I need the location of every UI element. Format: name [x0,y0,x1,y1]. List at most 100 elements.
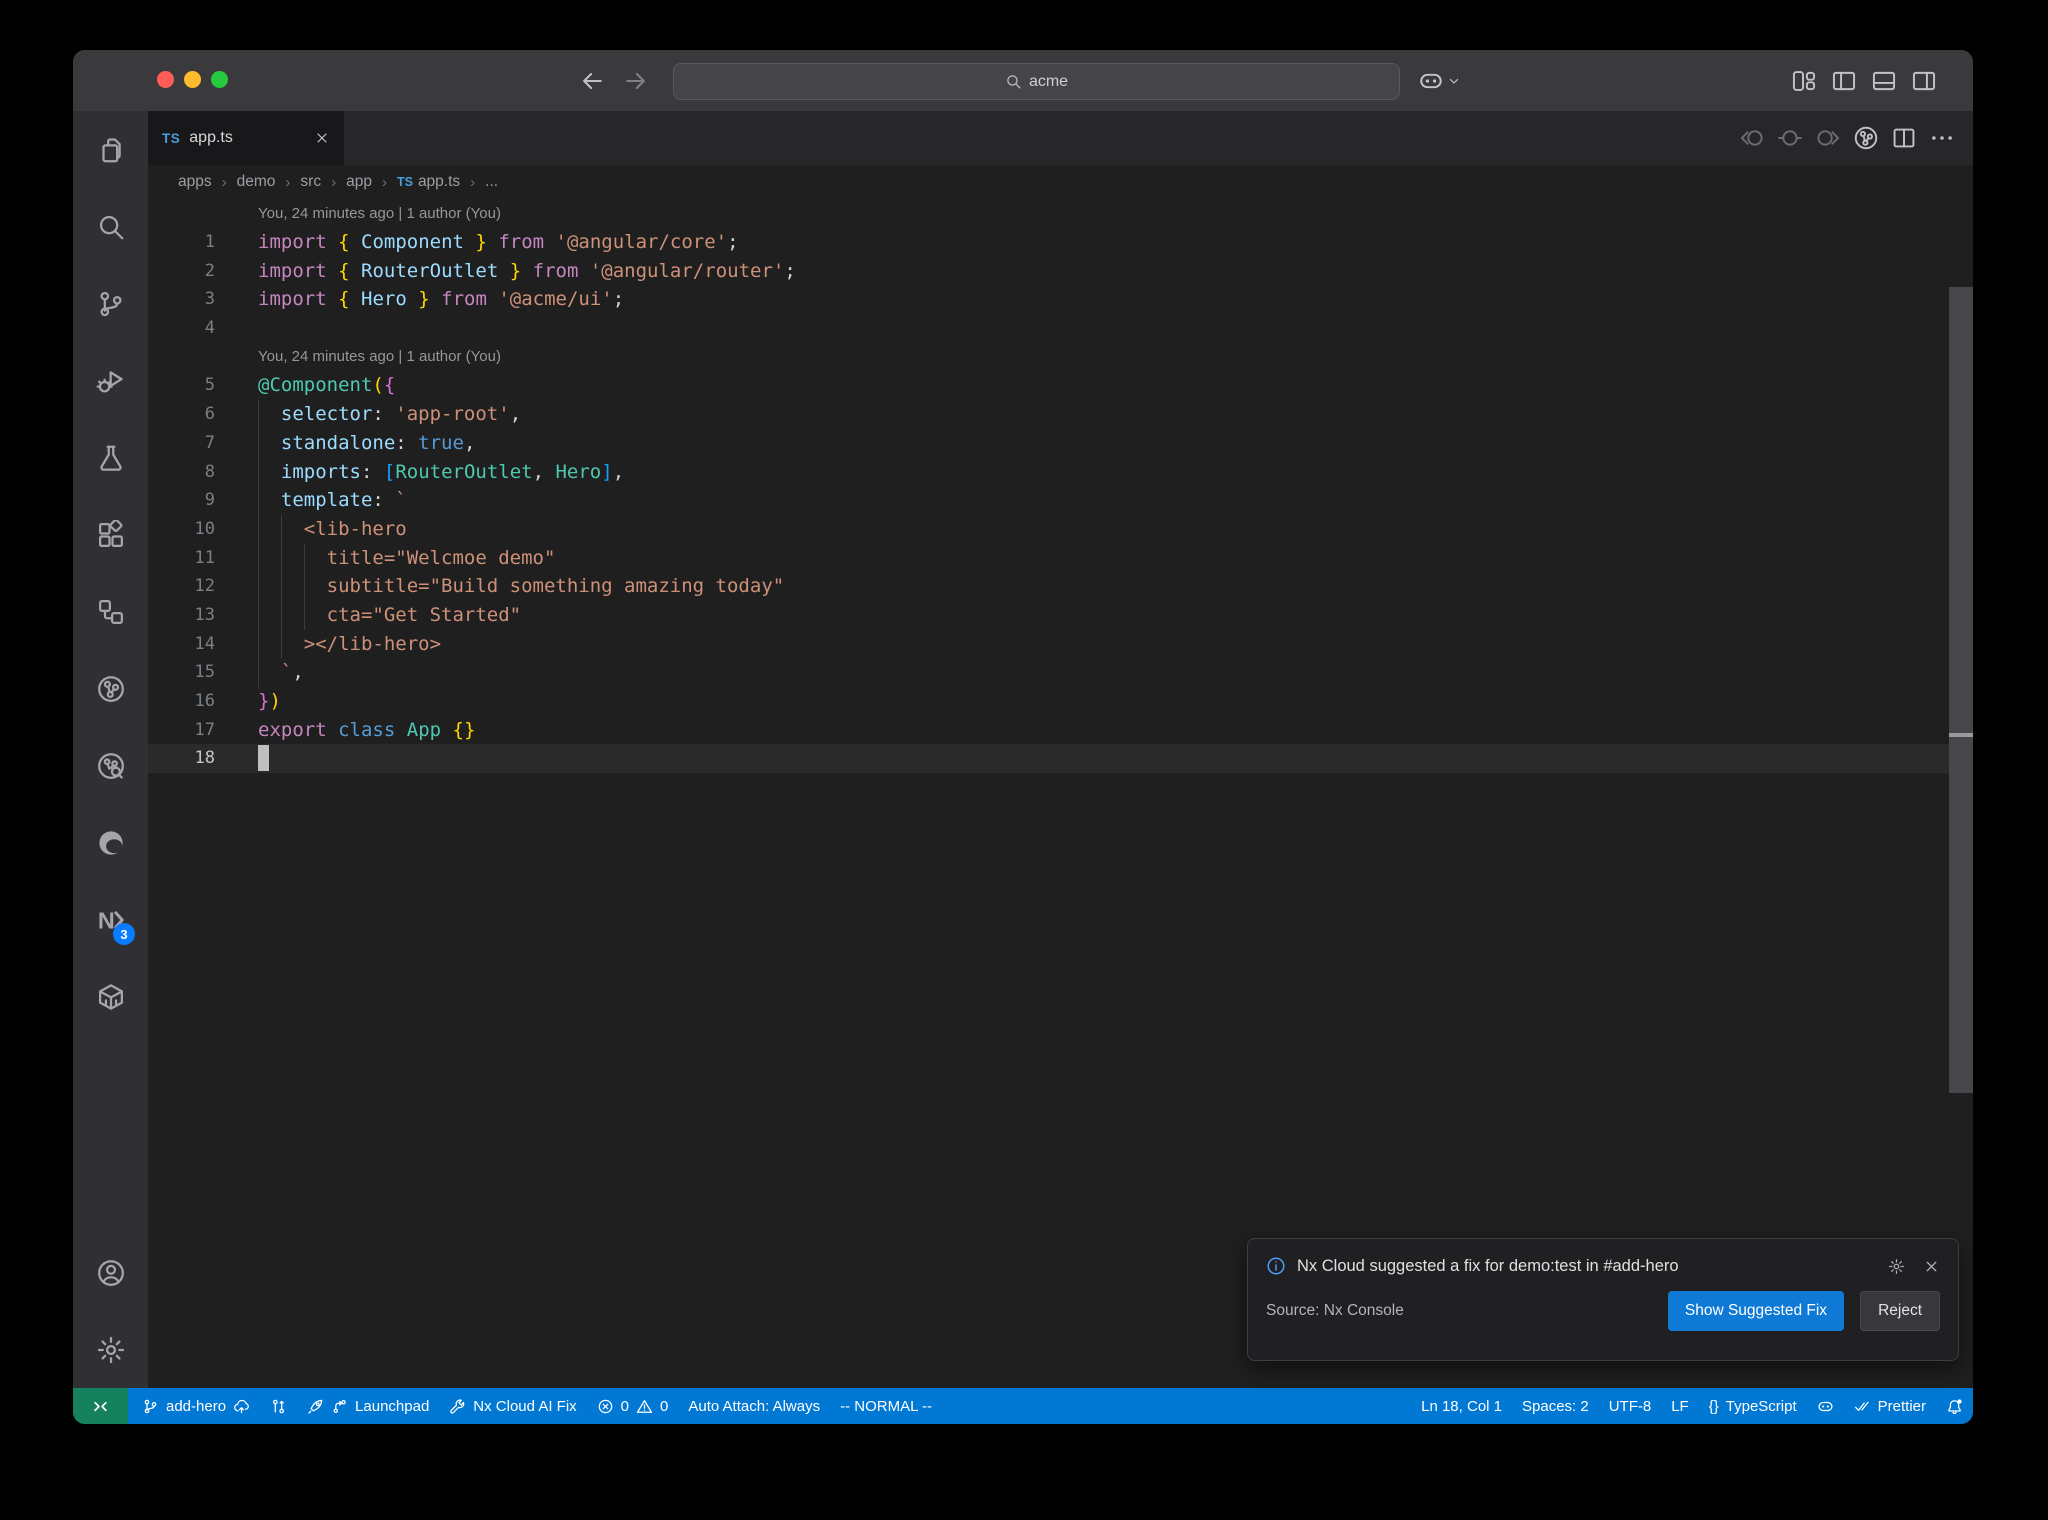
error-icon [597,1398,614,1415]
line-number: 2 [204,260,215,281]
text-cursor [258,745,269,772]
line-number: 1 [204,232,215,253]
activity-item-run-debug[interactable] [73,342,148,419]
activity-item-explorer[interactable] [73,111,148,188]
show-suggested-fix-button[interactable]: Show Suggested Fix [1667,1291,1845,1331]
status-remote[interactable] [73,1388,128,1424]
split-editor-icon[interactable] [1891,125,1917,151]
history-back-icon[interactable] [578,67,606,95]
ellipsis-icon[interactable] [1929,125,1955,151]
tab-close-icon[interactable] [314,130,330,146]
status-formatter[interactable]: Prettier [1844,1388,1936,1424]
activity-item-testing[interactable] [73,419,148,496]
git-compare-icon [270,1398,287,1415]
code-text: subtitle="Build something amazing today" [258,575,785,598]
status-language[interactable]: {} TypeScript [1699,1388,1807,1424]
breadcrumb-item-app-ts[interactable]: TS app.ts [397,173,460,191]
containers-icon [96,982,126,1012]
activity-item-edge-tools[interactable] [73,804,148,881]
code-line-12: 12 subtitle="Build something amazing tod… [148,572,1973,601]
maximize-window-button[interactable] [211,71,228,88]
settings-icon [96,1335,126,1365]
tab-app-ts[interactable]: TS app.ts [148,111,344,165]
git-branch-icon [142,1398,159,1415]
git-blame-codelens[interactable]: You, 24 minutes ago | 1 author (You) [258,348,501,365]
status-auto-attach[interactable]: Auto Attach: Always [678,1388,830,1424]
breadcrumb-item-demo[interactable]: demo [237,173,276,191]
code-text: imports: [RouterOutlet, Hero], [280,460,625,483]
history-forward-icon[interactable] [622,67,650,95]
code-line-6: 6 selector: 'app-root', [148,400,1973,429]
status-label: -- NORMAL -- [840,1397,933,1415]
status-vim-mode[interactable]: -- NORMAL -- [830,1388,942,1424]
search-value: acme [1028,72,1069,90]
nav-forward-circle-icon[interactable] [1815,125,1841,151]
activity-item-project-views[interactable] [73,573,148,650]
panel-right-icon[interactable] [1911,68,1937,94]
activity-item-extensions[interactable] [73,496,148,573]
panel-left-icon[interactable] [1831,68,1857,94]
nav-circle-icon[interactable] [1777,125,1803,151]
activity-item-nx-console[interactable]: N3 [73,881,148,958]
code-line-7: 7 standalone: true, [148,429,1973,458]
status-problems[interactable]: 00 [587,1388,679,1424]
chevron-down-icon[interactable] [1446,73,1462,89]
search-input[interactable]: acme [673,63,1400,100]
breadcrumb: apps › demo › src › app › TS app.ts ›... [148,165,1973,199]
run-graph-icon[interactable] [1853,125,1879,151]
breadcrumb-item--[interactable]: ... [485,173,498,191]
breadcrumb-item-app[interactable]: app [346,173,372,191]
gear-icon[interactable] [1888,1258,1905,1275]
close-icon[interactable] [1923,1258,1940,1275]
line-number: 14 [194,633,215,654]
customize-layout-icon[interactable] [1791,68,1817,94]
copilot-icon[interactable] [1418,68,1444,94]
code-line-5: 5 @Component({ [148,371,1973,400]
status-copilot[interactable] [1807,1388,1844,1424]
activity-item-accounts[interactable] [73,1234,148,1311]
breadcrumb-label: ... [485,173,499,190]
editor-scrollbar[interactable] [1949,287,1973,1388]
run-debug-icon [96,366,126,396]
git-blame-codelens[interactable]: You, 24 minutes ago | 1 author (You) [258,205,501,222]
nav-back-circle-icon[interactable] [1739,125,1765,151]
status-eol[interactable]: LF [1661,1388,1699,1424]
panel-bottom-icon[interactable] [1871,68,1897,94]
code-text: export class App {} [258,718,476,741]
breadcrumb-item-apps[interactable]: apps [178,173,212,191]
status-label: LF [1671,1397,1689,1415]
line-number: 13 [194,604,215,625]
activity-item-containers[interactable] [73,958,148,1035]
line-number: 5 [204,375,215,396]
status-git-branch[interactable]: add-hero [132,1388,260,1424]
code-line-16: 16}) [148,687,1973,716]
reject-button[interactable]: Reject [1860,1291,1940,1331]
activity-item-source-control[interactable] [73,265,148,342]
minimize-window-button[interactable] [184,71,201,88]
code-line-13: 13 cta="Get Started" [148,601,1973,630]
breadcrumb-label: apps [178,173,212,190]
activity-item-git-graph[interactable] [73,650,148,727]
activity-item-gitlens-inspect[interactable] [73,727,148,804]
status-git-compare[interactable] [260,1388,297,1424]
scrollbar-thumb[interactable] [1949,287,1973,1093]
svg-text:N: N [97,907,114,933]
activity-item-settings[interactable] [73,1311,148,1388]
close-window-button[interactable] [157,71,174,88]
activity-item-search[interactable] [73,188,148,265]
code-line-10: 10 <lib-hero [148,515,1973,544]
breadcrumb-item-src[interactable]: src [300,173,321,191]
status-launchpad[interactable]: Launchpad [297,1388,439,1424]
status-encoding[interactable]: UTF-8 [1599,1388,1662,1424]
status-cursor-position[interactable]: Ln 18, Col 1 [1411,1388,1512,1424]
status-label: Auto Attach: Always [688,1397,821,1415]
chevron-right-icon: › [285,173,291,191]
status-nx-cloud-ai-fix[interactable]: Nx Cloud AI Fix [439,1388,586,1424]
chevron-right-icon: › [221,173,227,191]
status-notifications[interactable] [1936,1388,1973,1424]
code-line-17: 17 export class App {} [148,715,1973,744]
editor-code-area[interactable]: You, 24 minutes ago | 1 author (You) 1 imp… [148,199,1973,1388]
code-line-18: 18 [148,744,1973,773]
status-indentation[interactable]: Spaces: 2 [1512,1388,1599,1424]
line-number: 18 [194,748,215,769]
